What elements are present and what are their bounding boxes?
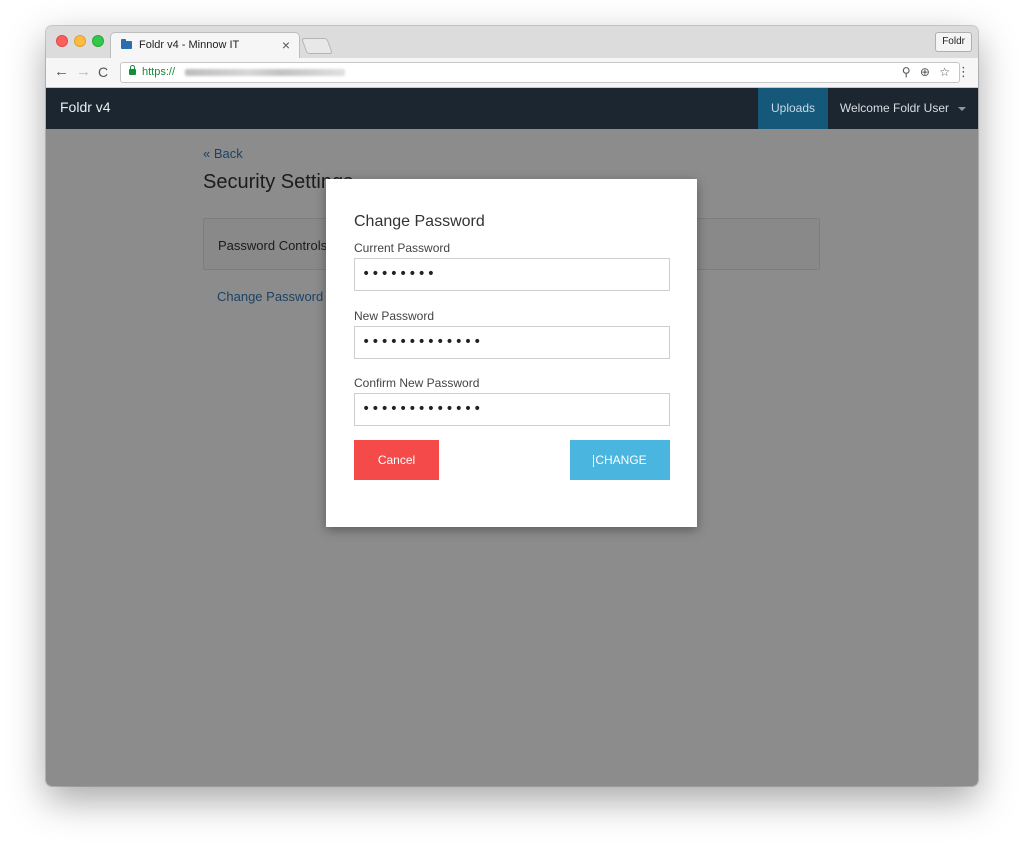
user-menu[interactable]: Welcome Foldr User	[840, 88, 966, 129]
page-content: Foldr v4 Uploads Welcome Foldr User « Ba…	[46, 88, 978, 786]
change-button[interactable]: CHANGE	[570, 440, 670, 480]
lock-icon	[129, 65, 136, 75]
app-brand[interactable]: Foldr v4	[60, 99, 111, 115]
tab-strip: Foldr v4 - Minnow IT × Foldr	[46, 26, 978, 58]
browser-tab[interactable]: Foldr v4 - Minnow IT ×	[110, 32, 300, 58]
change-button-label: CHANGE	[595, 453, 647, 467]
user-menu-label: Welcome Foldr User	[839, 101, 949, 115]
browser-toolbar: ← → C https:// ⚲ ⊕ ☆ ⋮	[46, 58, 978, 88]
omnibox-icons[interactable]: ⚲ ⊕ ☆	[902, 65, 953, 79]
forward-arrow-icon[interactable]: →	[76, 63, 91, 81]
new-password-label: New Password	[354, 309, 435, 323]
dialog-title: Change Password	[354, 213, 485, 230]
tab-title: Foldr v4 - Minnow IT	[139, 39, 240, 51]
zoom-window-button[interactable]	[92, 35, 104, 47]
app-navbar: Foldr v4 Uploads Welcome Foldr User	[46, 88, 978, 129]
close-window-button[interactable]	[56, 35, 68, 47]
cancel-button[interactable]: Cancel	[354, 440, 439, 480]
confirm-password-field[interactable]: •••••••••••••	[354, 393, 670, 426]
address-bar[interactable]: https:// ⚲ ⊕ ☆	[120, 62, 960, 83]
uploads-nav-item[interactable]: Uploads	[758, 88, 828, 129]
confirm-password-label: Confirm New Password	[354, 376, 480, 390]
minimize-window-button[interactable]	[74, 35, 86, 47]
url-blurred	[185, 69, 345, 76]
change-password-dialog: Change Password Current Password •••••••…	[326, 179, 697, 527]
profile-button[interactable]: Foldr	[935, 32, 972, 52]
new-password-field[interactable]: •••••••••••••	[354, 326, 670, 359]
url-scheme: https://	[142, 66, 176, 78]
browser-window: Foldr v4 - Minnow IT × Foldr ← → C https…	[46, 26, 978, 786]
current-password-field[interactable]: ••••••••	[354, 258, 670, 291]
caret-down-icon	[958, 106, 966, 111]
back-arrow-icon[interactable]: ←	[54, 63, 69, 81]
current-password-label: Current Password	[354, 241, 451, 255]
new-tab-button[interactable]	[301, 38, 333, 54]
reload-icon[interactable]: C	[98, 63, 108, 81]
browser-menu-icon[interactable]: ⋮	[957, 64, 970, 80]
folder-favicon-icon	[121, 39, 132, 49]
tab-close-icon[interactable]: ×	[282, 37, 290, 53]
